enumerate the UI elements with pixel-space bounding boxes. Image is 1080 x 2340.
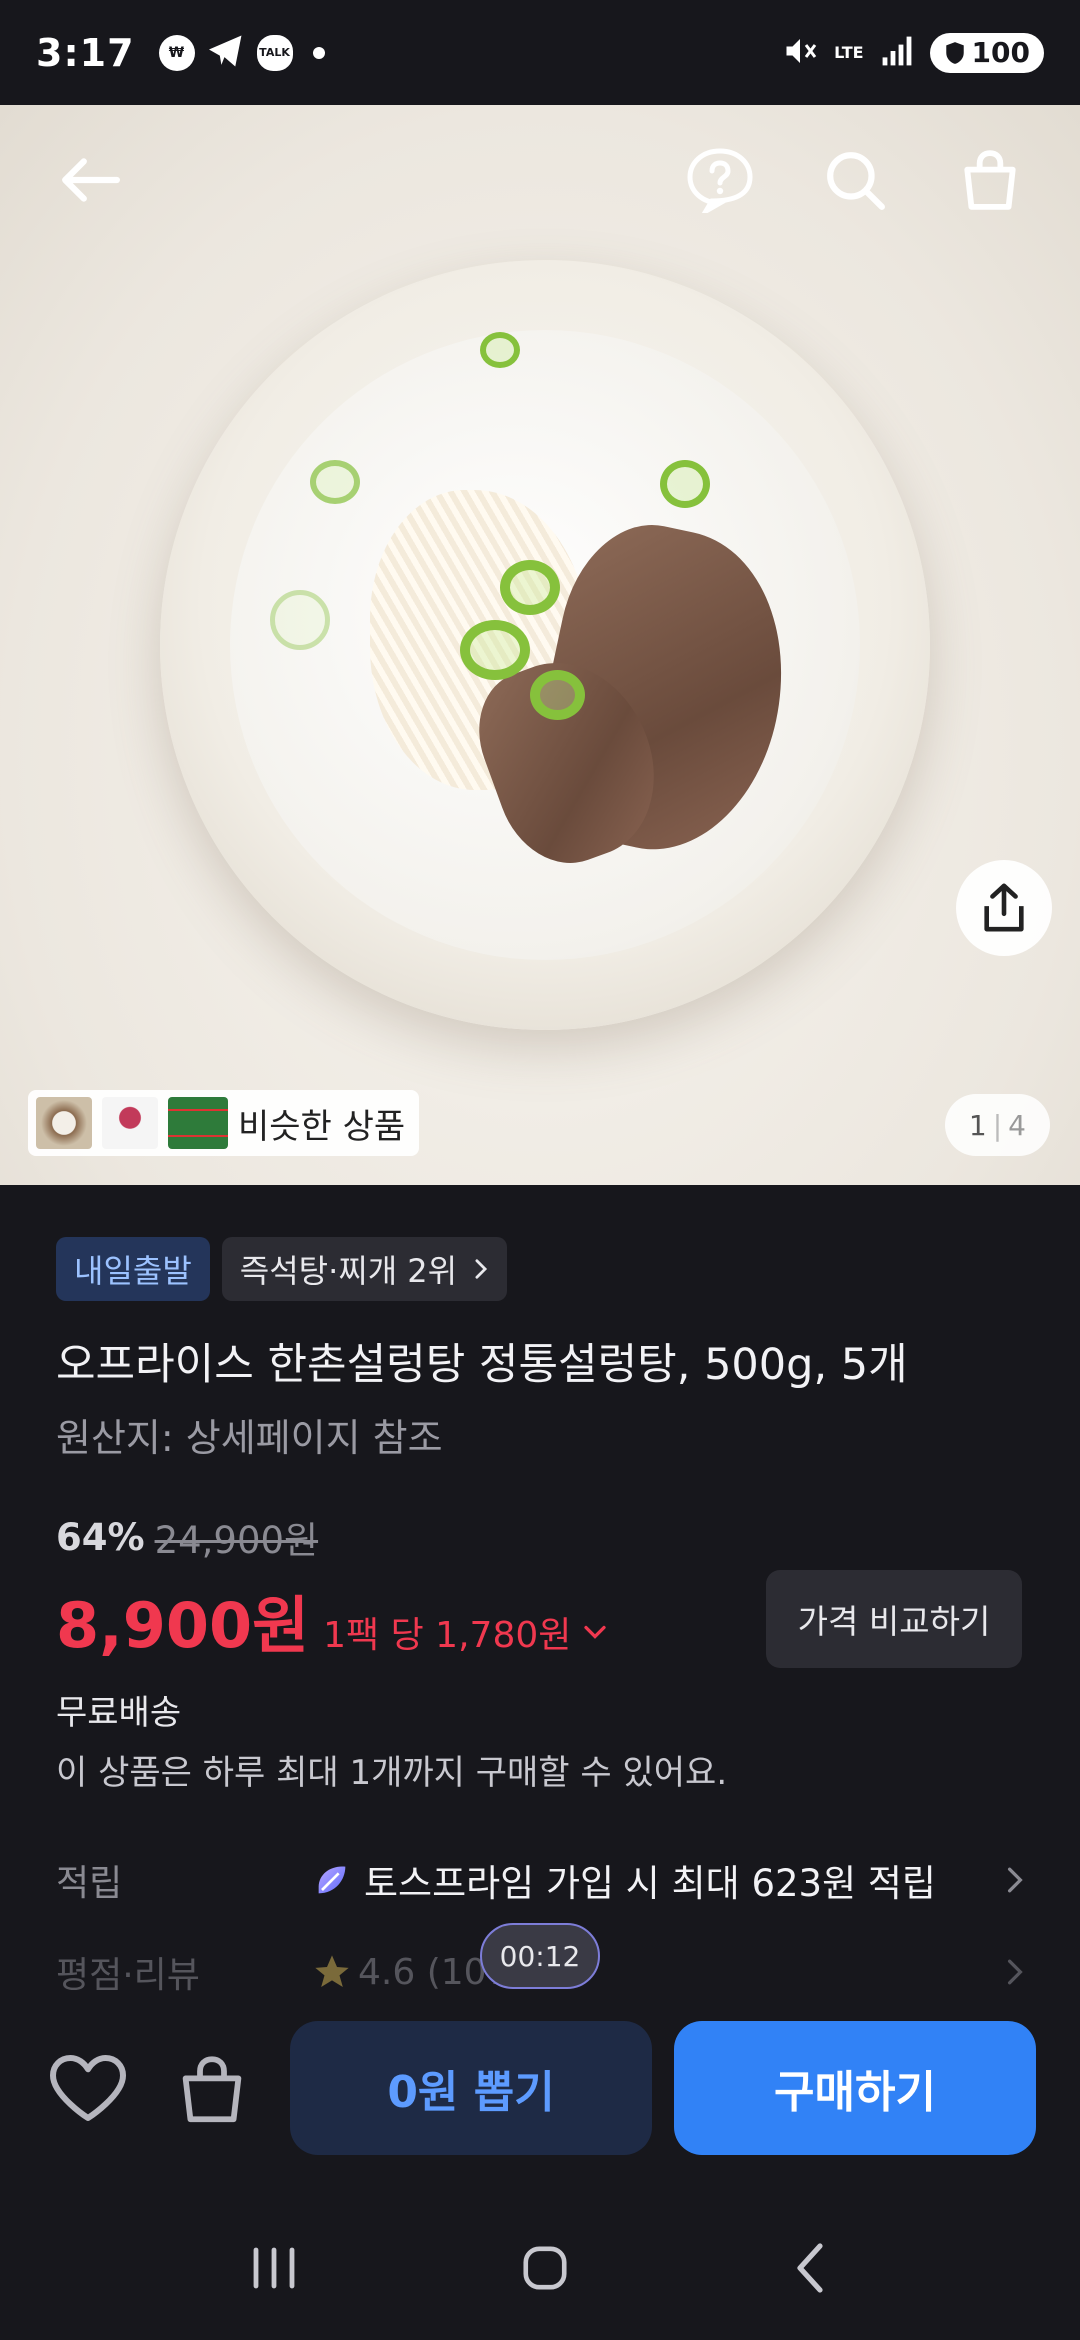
soup xyxy=(230,330,860,960)
rating-label: 평점·리뷰 xyxy=(56,1955,200,1996)
delivery-badge: 내일출발 xyxy=(56,1237,210,1301)
page-total: 4 xyxy=(1008,1108,1026,1142)
buy-button[interactable]: 구매하기 xyxy=(674,2020,1036,2155)
mute-icon xyxy=(782,33,818,73)
question-bubble-icon xyxy=(687,148,753,213)
compare-price-button[interactable]: 가격 비교하기 xyxy=(766,1570,1022,1668)
status-time: 3:17 xyxy=(36,30,135,75)
product-origin: 원산지: 상세페이지 참조 xyxy=(56,1416,443,1460)
ranking-label: 즉석탕·찌개 2위 xyxy=(239,1252,458,1290)
chevron-right-icon xyxy=(1007,1867,1023,1893)
share-icon xyxy=(984,883,1024,932)
battery-level: 100 xyxy=(971,36,1030,69)
bowl-image xyxy=(160,260,930,1030)
system-navigation-bar xyxy=(0,2200,1080,2340)
back-arrow-icon xyxy=(62,158,120,202)
status-right: LTE 100 xyxy=(782,32,1044,73)
search-icon xyxy=(827,152,885,210)
search-button[interactable] xyxy=(815,140,895,220)
reward-info: 토스프라임 가입 시 최대 623원 적립 xyxy=(312,1853,936,1907)
notification-icons: ₩ TALK xyxy=(158,34,325,72)
reward-text: 토스프라임 가입 시 최대 623원 적립 xyxy=(364,1862,936,1905)
cart-button[interactable] xyxy=(950,140,1030,220)
similar-products-label: 비슷한 상품 xyxy=(238,1106,406,1147)
shopping-bag-icon xyxy=(182,2055,242,2122)
similar-thumb-1 xyxy=(36,1097,92,1149)
image-page-indicator: 1 | 4 xyxy=(944,1094,1050,1156)
wishlist-button[interactable] xyxy=(38,2038,138,2138)
page-current: 1 xyxy=(968,1108,987,1142)
chevron-right-icon xyxy=(475,1259,488,1279)
toss-prime-icon xyxy=(318,1866,346,1894)
star-icon xyxy=(315,1955,349,1987)
reward-label: 적립 xyxy=(56,1863,123,1904)
price-row: 8,900원 1팩 당 1,780원 xyxy=(56,1575,607,1665)
telegram-icon xyxy=(207,34,245,72)
share-button[interactable] xyxy=(956,860,1052,956)
back-icon xyxy=(797,2243,823,2293)
discount-row: 64% 24,900원 xyxy=(56,1510,318,1564)
original-price: 24,900원 xyxy=(154,1519,319,1562)
home-icon xyxy=(523,2246,567,2290)
help-button[interactable] xyxy=(680,140,760,220)
add-to-cart-button[interactable] xyxy=(162,2038,262,2138)
product-badges: 내일출발 즉석탕·찌개 2위 xyxy=(56,1237,508,1301)
recent-apps-button[interactable] xyxy=(250,2246,300,2294)
purchase-limit: 이 상품은 하루 최대 1개까지 구매할 수 있어요. xyxy=(56,1753,728,1793)
system-back-button[interactable] xyxy=(790,2242,830,2298)
shipping-info: 무료배송 xyxy=(56,1693,182,1733)
status-bar: 3:17 ₩ TALK LTE 100 xyxy=(0,0,1080,105)
kakaotalk-icon: TALK xyxy=(256,34,293,71)
signal-icon xyxy=(880,35,914,71)
bottom-action-bar: 0원 뽑기 구매하기 xyxy=(0,2000,1080,2175)
battery-indicator: 100 xyxy=(929,32,1044,73)
unit-price-toggle[interactable]: 1팩 당 1,780원 xyxy=(323,1606,607,1658)
unit-price: 1팩 당 1,780원 xyxy=(323,1615,572,1656)
chevron-down-icon xyxy=(584,1625,607,1639)
more-notifications-dot xyxy=(312,46,325,59)
product-image[interactable] xyxy=(0,105,1080,1185)
similar-thumb-3 xyxy=(168,1097,228,1149)
lottery-button[interactable]: 0원 뽑기 xyxy=(290,2020,652,2155)
product-title: 오프라이스 한촌설렁탕 정통설렁탕, 500g, 5개 xyxy=(56,1340,908,1390)
network-label: LTE xyxy=(834,43,864,62)
back-button[interactable] xyxy=(50,140,130,220)
similar-thumb-2 xyxy=(102,1097,158,1149)
heart-icon xyxy=(50,2054,126,2121)
ranking-badge[interactable]: 즉석탕·찌개 2위 xyxy=(221,1237,508,1301)
recent-apps-icon xyxy=(253,2247,295,2289)
discount-percent: 64% xyxy=(56,1515,145,1559)
home-button[interactable] xyxy=(520,2243,570,2297)
reward-row[interactable]: 적립 토스프라임 가입 시 최대 623원 적립 xyxy=(56,1845,1024,1915)
shield-icon xyxy=(945,41,964,64)
top-navigation xyxy=(0,105,1080,255)
shopping-bag-icon xyxy=(964,150,1016,210)
lottery-timer-badge: 00:12 xyxy=(480,1923,600,1989)
chevron-right-icon xyxy=(1007,1959,1023,1985)
sale-price: 8,900원 xyxy=(56,1589,310,1662)
similar-products-button[interactable]: 비슷한 상품 xyxy=(28,1090,420,1156)
bank-app-icon: ₩ xyxy=(158,34,195,71)
